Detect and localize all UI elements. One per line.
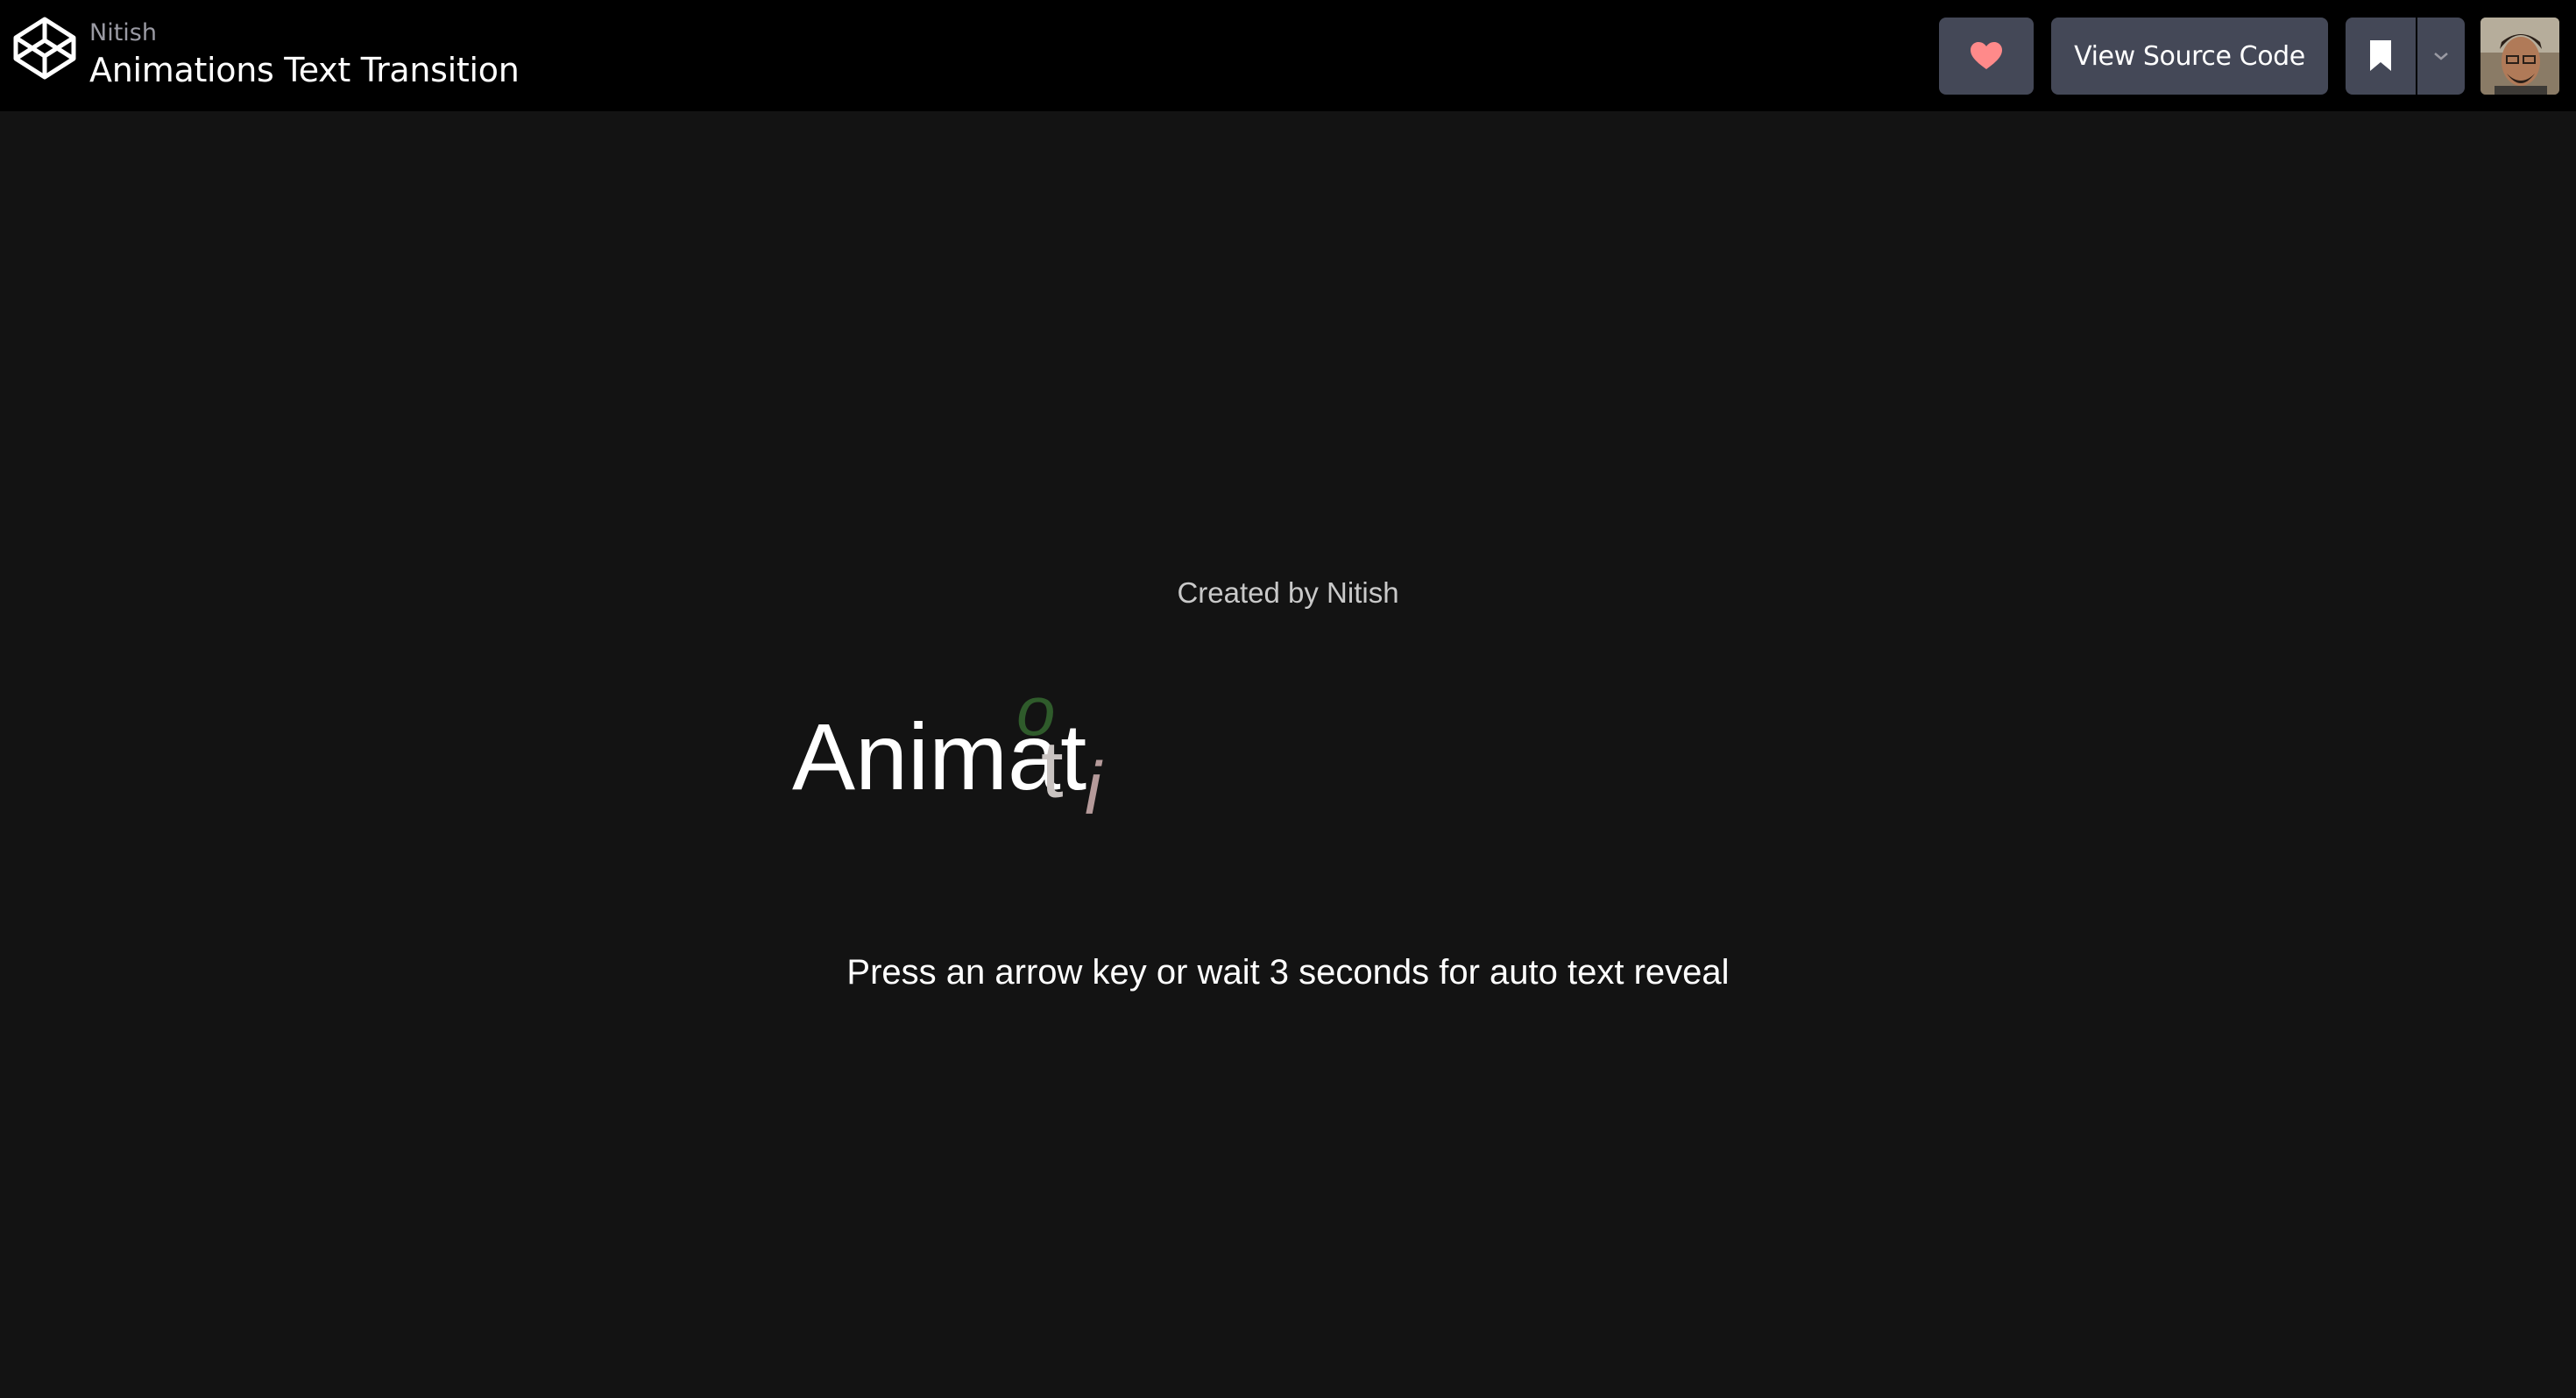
heart-button[interactable] (1939, 18, 2034, 95)
bookmark-icon (2370, 40, 2391, 71)
heart-icon (1971, 42, 2002, 69)
credit-text: Created by Nitish (1177, 576, 1399, 609)
bookmark-button[interactable] (2346, 18, 2416, 95)
hint-text: Press an arrow key or wait 3 seconds for… (846, 953, 1730, 992)
chevron-down-icon (2434, 53, 2448, 60)
view-source-code-button[interactable]: View Source Code (2051, 18, 2328, 95)
bookmark-dropdown-button[interactable] (2417, 18, 2465, 95)
animated-letter: o (1016, 672, 1056, 750)
pen-title: Animations Text Transition (89, 51, 520, 89)
avatar[interactable] (2480, 18, 2559, 95)
codepen-logo-icon[interactable] (12, 16, 77, 81)
author-name[interactable]: Nitish (89, 19, 157, 46)
top-bar: Nitish Animations Text Transition View S… (0, 0, 2576, 111)
animated-letter: i (1085, 747, 1101, 830)
